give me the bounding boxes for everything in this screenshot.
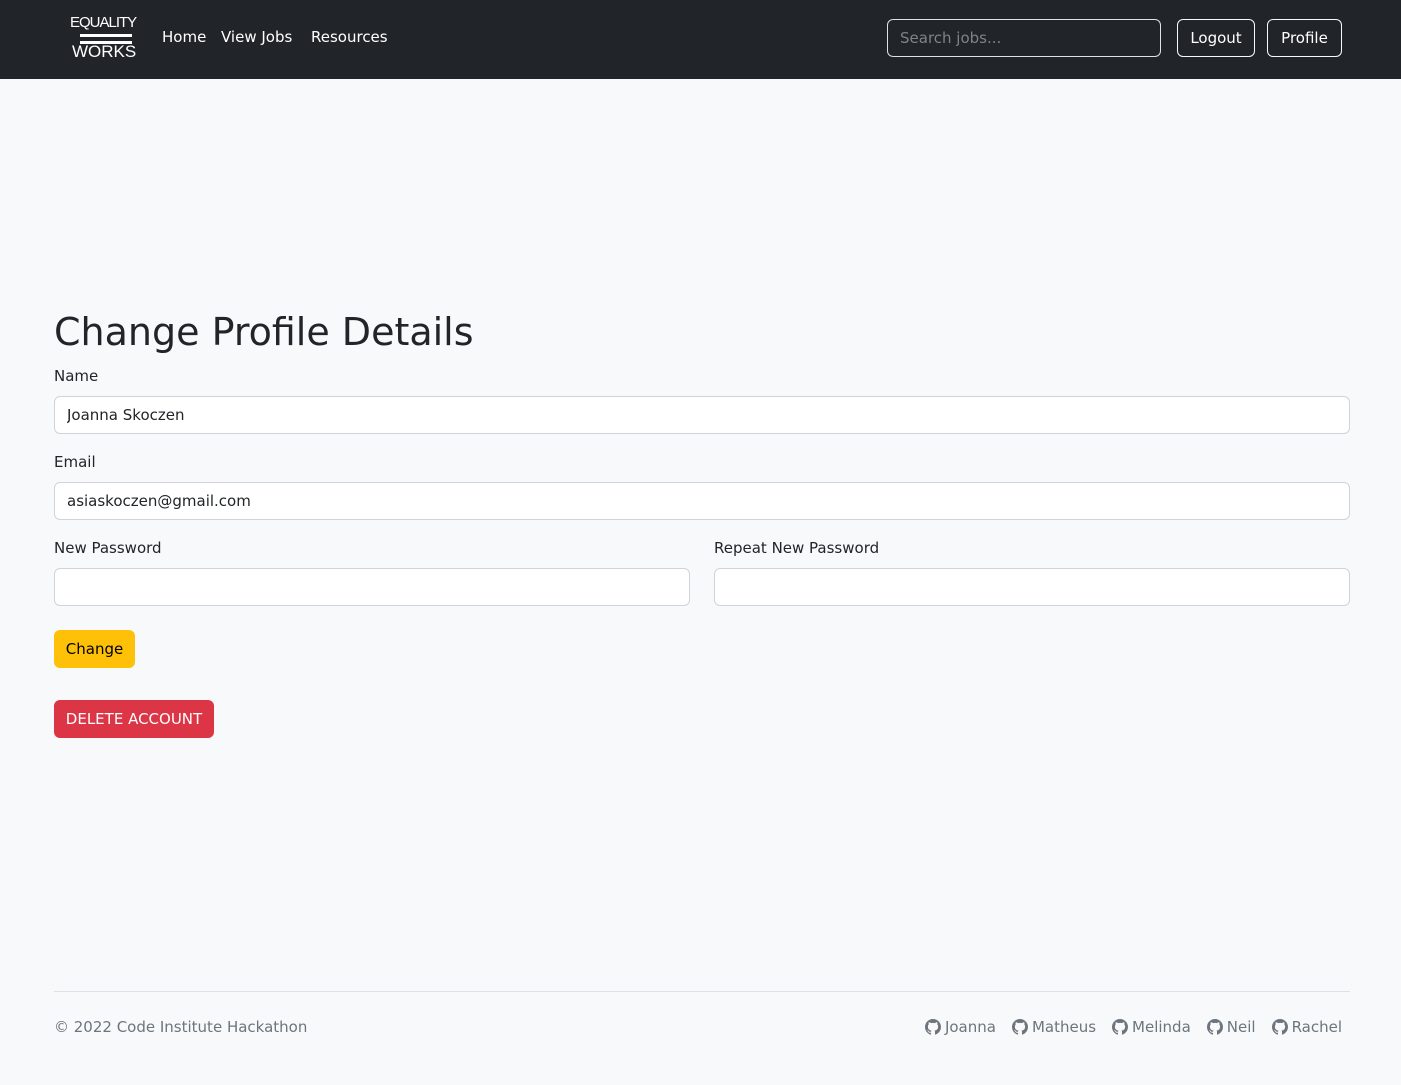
contributor-name: Melinda: [1132, 1018, 1191, 1036]
nav-home-link[interactable]: Home: [162, 27, 206, 47]
contributor-links: Joanna Matheus Melinda Neil Rachel: [924, 1017, 1342, 1037]
contributor-name: Joanna: [944, 1018, 996, 1036]
name-label: Name: [54, 367, 99, 385]
logout-button[interactable]: Logout: [1177, 19, 1255, 57]
new-password-label: New Password: [54, 539, 162, 557]
contributor-name: Neil: [1226, 1018, 1256, 1036]
new-password-field[interactable]: [54, 568, 690, 606]
github-icon: [1271, 1019, 1288, 1035]
navbar: EQUALITY WORKS Home View Jobs Resources …: [0, 0, 1401, 79]
email-field[interactable]: [54, 482, 1350, 520]
copyright-text: © 2022 Code Institute Hackathon: [54, 1018, 308, 1036]
change-button[interactable]: Change: [54, 630, 135, 668]
logo-bar: [80, 34, 132, 37]
repeat-password-label: Repeat New Password: [714, 539, 880, 557]
github-icon: [1206, 1019, 1223, 1035]
delete-account-button[interactable]: DELETE ACCOUNT: [54, 700, 214, 738]
contributor-link-melinda[interactable]: Melinda: [1112, 1017, 1191, 1037]
brand-logo[interactable]: EQUALITY WORKS: [70, 14, 140, 64]
footer-divider: [54, 991, 1350, 992]
search-input[interactable]: [887, 19, 1161, 57]
repeat-password-field[interactable]: [714, 568, 1350, 606]
contributor-link-neil[interactable]: Neil: [1206, 1017, 1256, 1037]
contributor-name: Matheus: [1031, 1018, 1097, 1036]
page-title: Change Profile Details: [54, 310, 474, 354]
profile-button[interactable]: Profile: [1267, 19, 1342, 57]
github-icon: [1112, 1019, 1129, 1035]
nav-view-jobs-link[interactable]: View Jobs: [221, 27, 292, 47]
name-field[interactable]: [54, 396, 1350, 434]
nav-resources-link[interactable]: Resources: [311, 27, 388, 47]
github-icon: [924, 1019, 941, 1035]
contributor-link-matheus[interactable]: Matheus: [1011, 1017, 1097, 1037]
contributor-link-joanna[interactable]: Joanna: [924, 1017, 996, 1037]
contributor-link-rachel[interactable]: Rachel: [1271, 1017, 1342, 1037]
github-icon: [1011, 1019, 1028, 1035]
contributor-name: Rachel: [1291, 1018, 1342, 1036]
brand-line2: WORKS: [72, 42, 137, 61]
brand-line1: EQUALITY: [70, 14, 137, 31]
email-label: Email: [54, 453, 96, 471]
